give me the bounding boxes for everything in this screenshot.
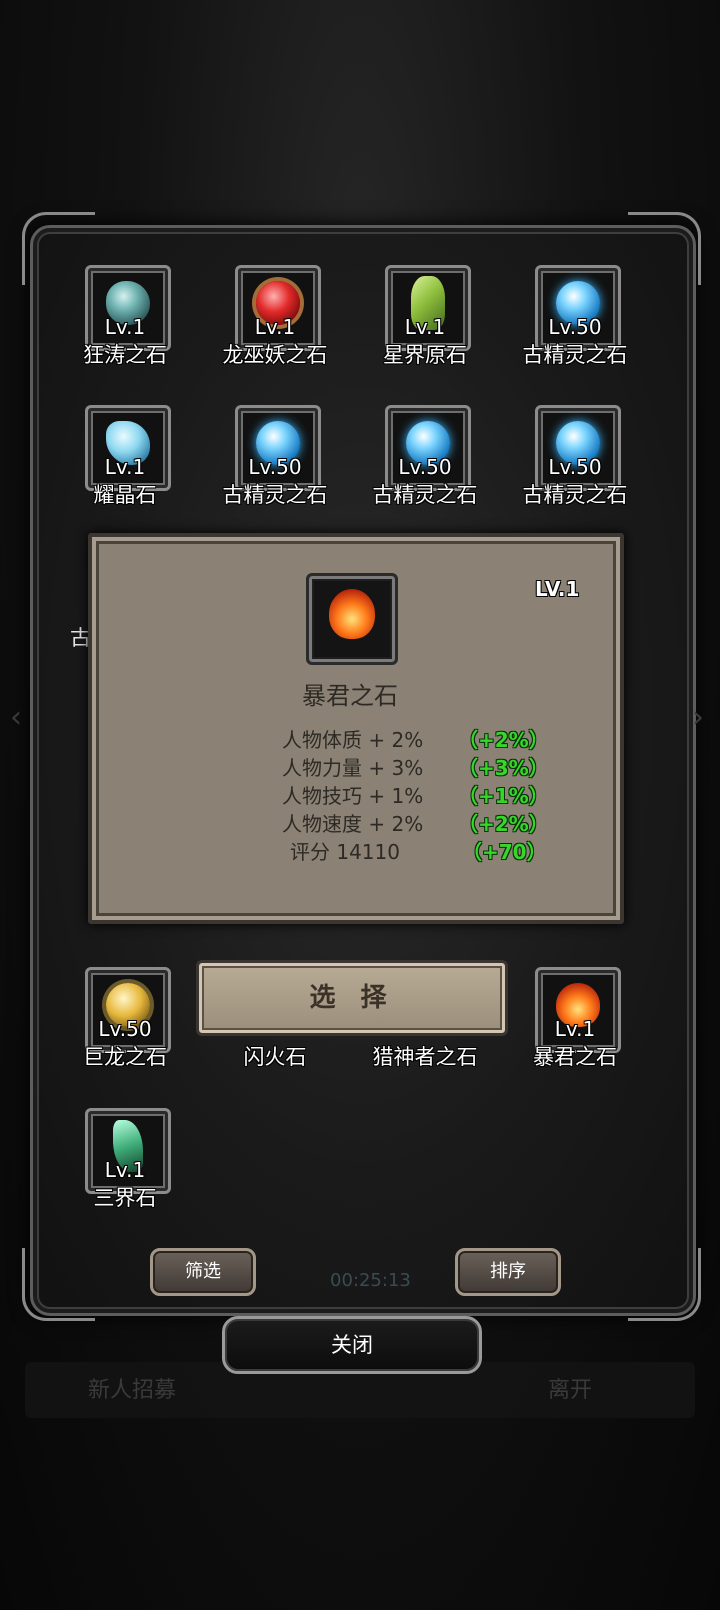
item-slot[interactable]: Lv.50 古精灵之石	[500, 265, 650, 375]
item-slot[interactable]: Lv.1 耀晶石	[50, 405, 200, 515]
item-name: 古精灵之石	[222, 483, 328, 507]
item-level: Lv.50	[548, 455, 602, 479]
item-level: Lv.50	[248, 455, 302, 479]
score-bonus: （+70）	[462, 840, 547, 864]
item-name: 古精灵之石	[372, 483, 478, 507]
stat-label: 人物力量 + 3%	[282, 756, 424, 780]
stat-bonus: （+2%）	[458, 812, 549, 836]
panel-corner-ornament	[628, 1248, 701, 1321]
item-slot[interactable]: Lv.50 巨龙之石	[50, 967, 200, 1077]
right-arrow-icon[interactable]: ›	[692, 700, 704, 735]
item-slot[interactable]: Lv.1 暴君之石	[500, 967, 650, 1077]
item-name: 星界原石	[383, 343, 467, 367]
item-level: Lv.1	[104, 455, 146, 479]
item-name: 巨龙之石	[83, 1045, 167, 1069]
item-slot[interactable]: Lv.1 三界石	[50, 1108, 200, 1218]
sort-button[interactable]: 排序	[455, 1248, 561, 1296]
panel-corner-ornament	[22, 1248, 95, 1321]
item-name: 耀晶石	[93, 483, 157, 507]
item-level: Lv.50	[98, 1017, 152, 1041]
item-level: Lv.50	[548, 315, 602, 339]
item-slot[interactable]: Lv.50 古精灵之石	[350, 405, 500, 515]
background-timer: 00:25:13	[330, 1270, 411, 1291]
item-name: 古精灵之石	[522, 483, 628, 507]
item-slot[interactable]: Lv.1 星界原石	[350, 265, 500, 375]
item-name: 三界石	[93, 1186, 157, 1210]
item-level: Lv.1	[254, 315, 296, 339]
stat-label: 人物技巧 + 1%	[282, 784, 424, 808]
popup-level: LV.1	[535, 577, 580, 601]
fire-stone-icon	[329, 588, 375, 639]
select-button[interactable]: 选 择	[196, 960, 508, 1036]
background-recruit-button: 新人招募	[88, 1378, 177, 1403]
item-slot[interactable]: Lv.1 龙巫妖之石	[200, 265, 350, 375]
item-level: Lv.1	[104, 1158, 146, 1182]
item-name: 狂涛之石	[83, 343, 167, 367]
filter-button[interactable]: 筛选	[150, 1248, 256, 1296]
left-arrow-icon[interactable]: ‹	[10, 700, 22, 735]
popup-item-frame	[306, 573, 398, 665]
item-name: 猎神者之石	[372, 1045, 478, 1069]
item-level: Lv.50	[398, 455, 452, 479]
stat-bonus: （+1%）	[458, 784, 549, 808]
item-slot[interactable]: Lv.50 古精灵之石	[500, 405, 650, 515]
item-name: 暴君之石	[533, 1045, 617, 1069]
item-name: 闪火石	[243, 1045, 307, 1069]
background-leave-button: 离开	[548, 1378, 593, 1403]
popup-title: 暴君之石	[302, 682, 398, 710]
close-button[interactable]: 关闭	[222, 1316, 482, 1374]
item-level: Lv.1	[554, 1017, 596, 1041]
stat-label: 人物速度 + 2%	[282, 812, 424, 836]
stat-bonus: （+3%）	[458, 756, 549, 780]
item-name: 龙巫妖之石	[222, 343, 328, 367]
item-name: 古精灵之石	[522, 343, 628, 367]
item-slot[interactable]: Lv.50 古精灵之石	[200, 405, 350, 515]
score-label: 评分 14110	[290, 840, 400, 864]
item-slot[interactable]: Lv.1 狂涛之石	[50, 265, 200, 375]
stat-label: 人物体质 + 2%	[282, 728, 424, 752]
item-level: Lv.1	[104, 315, 146, 339]
stat-bonus: （+2%）	[458, 728, 549, 752]
item-level: Lv.1	[404, 315, 446, 339]
